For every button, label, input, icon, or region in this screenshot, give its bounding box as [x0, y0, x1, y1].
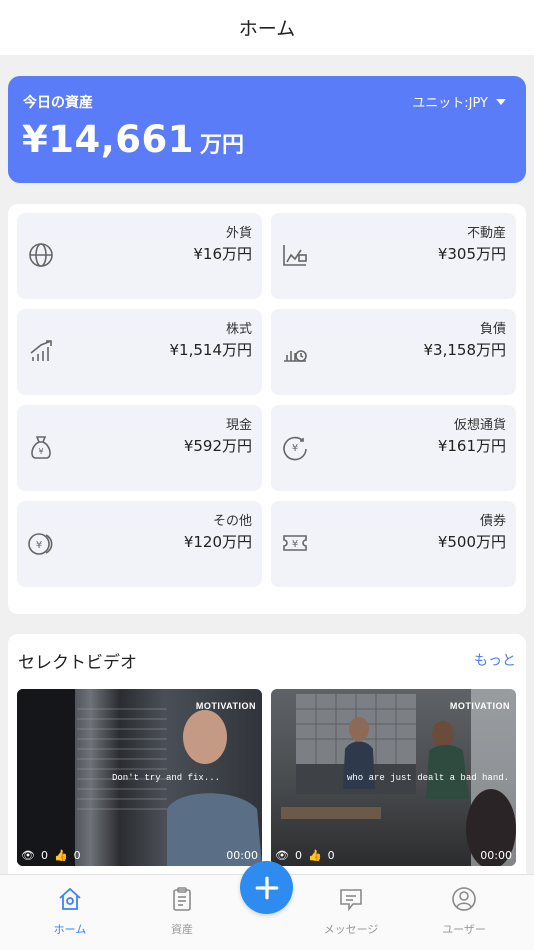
- total-assets-card: 今日の資産 ユニット:JPY ¥14,661 万円: [8, 76, 526, 183]
- nav-label: メッセージ: [323, 923, 379, 936]
- like-count: 0: [73, 849, 81, 862]
- nav-item-assets[interactable]: 資産: [137, 885, 227, 937]
- category-name: 外貨: [225, 226, 252, 241]
- category-tile-forex[interactable]: 外貨 ¥16万円: [17, 213, 262, 299]
- crypto-yen-icon: ¥: [281, 433, 309, 461]
- total-amount-unit: 万円: [200, 133, 245, 158]
- category-value: ¥16万円: [193, 245, 252, 263]
- add-button[interactable]: [240, 861, 293, 914]
- page-title: ホーム: [238, 18, 296, 40]
- money-bag-icon: ¥: [27, 433, 55, 461]
- nav-item-messages[interactable]: メッセージ: [306, 885, 396, 937]
- category-value: ¥120万円: [183, 533, 252, 551]
- unit-selector-label: ユニット:JPY: [412, 96, 488, 111]
- view-count: 0: [40, 849, 48, 862]
- video-tag: MOTIVATION: [195, 701, 256, 711]
- video-thumbnail[interactable]: MOTIVATION who are just dealt a bad hand…: [271, 689, 516, 866]
- home-icon: [56, 885, 84, 913]
- nav-item-user[interactable]: ユーザー: [419, 885, 509, 937]
- section-heading: セレクトビデオ: [18, 653, 137, 673]
- category-tile-stocks[interactable]: 株式 ¥1,514万円: [17, 309, 262, 395]
- video-stats: 👁 0 👍 0: [21, 849, 81, 862]
- category-name: 仮想通貨: [453, 418, 506, 433]
- bond-ticket-icon: ¥: [281, 529, 309, 557]
- real-estate-chart-icon: [281, 241, 309, 269]
- category-name: その他: [212, 514, 252, 529]
- category-tile-crypto[interactable]: ¥ 仮想通貨 ¥161万円: [271, 405, 516, 491]
- thumbs-up-icon: 👍: [53, 849, 68, 862]
- video-thumbnail[interactable]: MOTIVATION Don't try and fix... 👁 0 👍 0 …: [17, 689, 262, 866]
- category-tile-real-estate[interactable]: 不動産 ¥305万円: [271, 213, 516, 299]
- more-link[interactable]: もっと: [474, 650, 516, 670]
- thumbs-up-icon: 👍: [307, 849, 322, 862]
- category-tile-other[interactable]: ¥ その他 ¥120万円: [17, 501, 262, 587]
- svg-text:¥: ¥: [292, 443, 298, 454]
- eye-icon: 👁: [275, 849, 289, 862]
- category-value: ¥3,158万円: [423, 341, 507, 359]
- total-assets-value: ¥14,661 万円: [22, 118, 244, 161]
- category-tile-debt[interactable]: 負債 ¥3,158万円: [271, 309, 516, 395]
- unit-selector[interactable]: ユニット:JPY: [412, 92, 506, 111]
- video-stats: 👁 0 👍 0: [275, 849, 335, 862]
- svg-text:¥: ¥: [36, 540, 42, 551]
- coins-icon: ¥: [27, 529, 55, 557]
- category-name: 株式: [225, 322, 252, 337]
- category-name: 不動産: [466, 226, 506, 241]
- message-icon: [337, 885, 365, 913]
- stock-trend-icon: [27, 337, 55, 365]
- category-name: 現金: [225, 418, 252, 433]
- top-bar: ホーム: [0, 0, 534, 55]
- category-value: ¥1,514万円: [169, 341, 253, 359]
- like-count: 0: [327, 849, 335, 862]
- category-tile-bonds[interactable]: ¥ 債券 ¥500万円: [271, 501, 516, 587]
- user-icon: [450, 885, 478, 913]
- nav-label: ホーム: [53, 923, 87, 936]
- category-value: ¥500万円: [437, 533, 506, 551]
- category-tile-cash[interactable]: ¥ 現金 ¥592万円: [17, 405, 262, 491]
- nav-item-home[interactable]: ホーム: [25, 885, 115, 937]
- category-name: 債券: [479, 514, 506, 529]
- category-value: ¥161万円: [437, 437, 506, 455]
- select-videos-section: セレクトビデオ もっと MOTIVATION Don't try and fix…: [8, 634, 526, 874]
- svg-text:¥: ¥: [38, 447, 43, 456]
- eye-icon: 👁: [21, 849, 35, 862]
- view-count: 0: [294, 849, 302, 862]
- video-duration: 00:00: [480, 849, 512, 862]
- category-name: 負債: [479, 322, 506, 337]
- video-tag: MOTIVATION: [449, 701, 510, 711]
- asset-categories-grid: 外貨 ¥16万円 不動産 ¥305万円 株式 ¥1,514万円 負債 ¥3,15…: [8, 204, 526, 614]
- total-amount: ¥14,661: [22, 118, 195, 161]
- plus-icon: [255, 876, 278, 899]
- clipboard-icon: [168, 885, 196, 913]
- video-subtitle: Don't try and fix...: [112, 773, 221, 783]
- caret-down-icon: [496, 98, 506, 105]
- total-assets-label: 今日の資産: [23, 95, 93, 111]
- svg-text:¥: ¥: [292, 539, 298, 550]
- category-value: ¥592万円: [183, 437, 252, 455]
- nav-label: ユーザー: [442, 923, 486, 936]
- category-value: ¥305万円: [437, 245, 506, 263]
- globe-icon: [27, 241, 55, 269]
- video-subtitle: who are just dealt a bad hand.: [347, 773, 510, 783]
- debt-clock-icon: [281, 337, 309, 365]
- nav-label: 資産: [171, 923, 193, 936]
- video-duration: 00:00: [226, 849, 258, 862]
